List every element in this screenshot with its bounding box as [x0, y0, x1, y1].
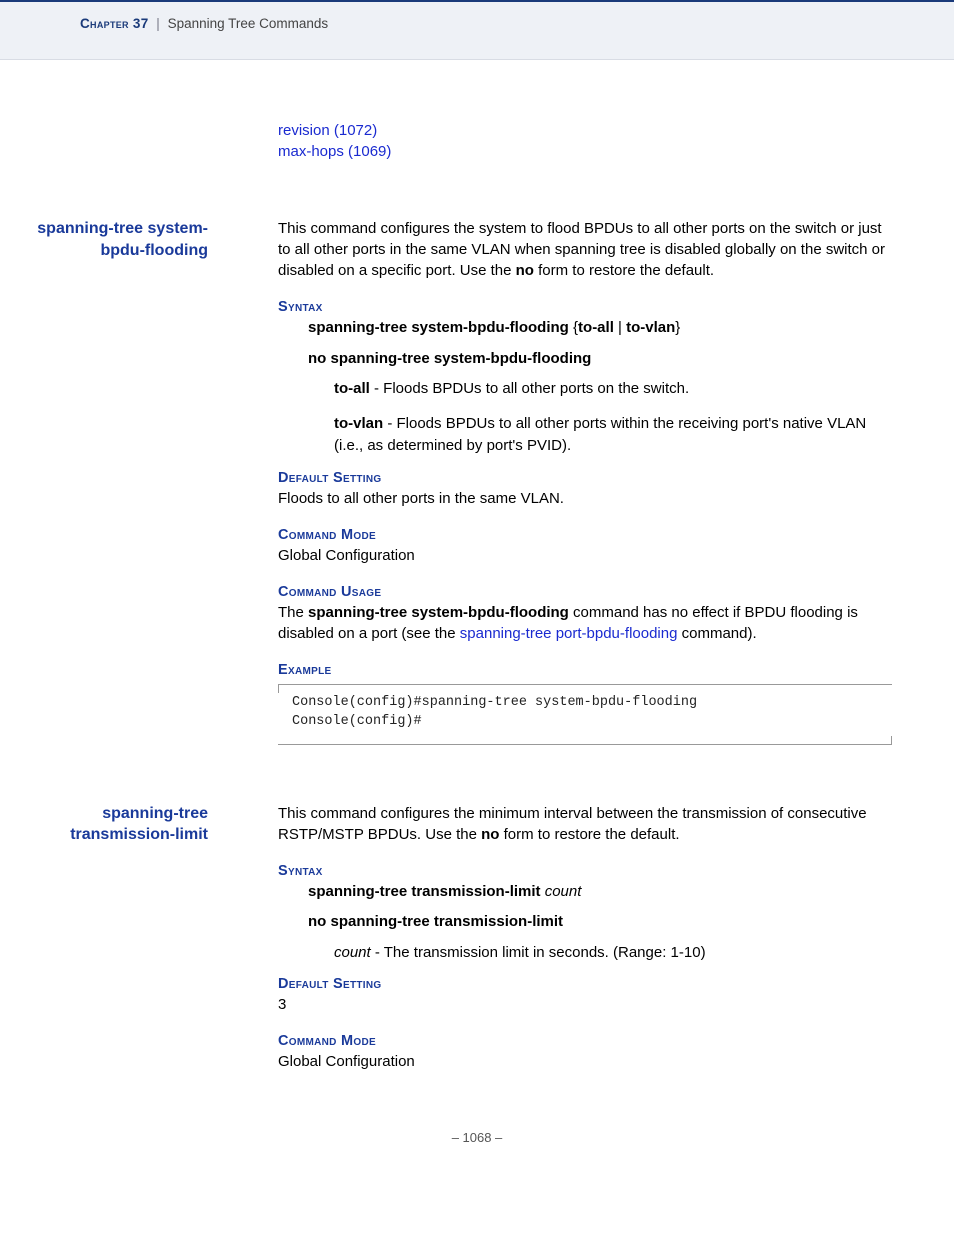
- syntax-line-no: no spanning-tree system-bpdu-flooding: [308, 348, 892, 371]
- running-header: Chapter 37 | Spanning Tree Commands: [80, 16, 954, 31]
- example-code: Console(config)#spanning-tree system-bpd…: [278, 684, 892, 745]
- command-section-system-bpdu-flooding: spanning-tree system-bpdu-flooding This …: [278, 218, 892, 745]
- default-text: Floods to all other ports in the same VL…: [278, 488, 892, 509]
- command-title: spanning-tree transmission-limit: [8, 803, 208, 846]
- page-number: – 1068 –: [452, 1130, 503, 1145]
- default-text: 3: [278, 994, 892, 1015]
- syntax-heading: Syntax: [278, 299, 892, 315]
- usage-text: The spanning-tree system-bpdu-flooding c…: [278, 602, 892, 644]
- command-section-transmission-limit: spanning-tree transmission-limit This co…: [278, 803, 892, 1073]
- syntax-heading: Syntax: [278, 863, 892, 879]
- page-content: revision (1072) max-hops (1069) spanning…: [278, 120, 892, 1072]
- option-count: count - The transmission limit in second…: [334, 942, 892, 965]
- link-revision[interactable]: revision (1072): [278, 122, 377, 139]
- syntax-line-no: no spanning-tree transmission-limit: [308, 911, 892, 934]
- option-to-all: to-all - Floods BPDUs to all other ports…: [334, 378, 892, 401]
- chapter-label: Chapter 37: [80, 16, 149, 31]
- default-heading: Default Setting: [278, 470, 892, 486]
- related-links: revision (1072) max-hops (1069): [278, 120, 892, 162]
- command-title: spanning-tree system-bpdu-flooding: [8, 218, 208, 261]
- page-footer: – 1068 –: [0, 1130, 954, 1145]
- syntax-line: spanning-tree system-bpdu-flooding {to-a…: [308, 317, 892, 340]
- command-description: This command configures the minimum inte…: [278, 803, 892, 845]
- command-description: This command configures the system to fl…: [278, 218, 892, 281]
- mode-text: Global Configuration: [278, 1051, 892, 1072]
- header-separator: |: [156, 16, 160, 31]
- option-to-vlan: to-vlan - Floods BPDUs to all other port…: [334, 413, 892, 458]
- default-heading: Default Setting: [278, 976, 892, 992]
- link-port-bpdu-flooding[interactable]: spanning-tree port-bpdu-flooding: [460, 625, 678, 642]
- example-heading: Example: [278, 662, 892, 678]
- mode-text: Global Configuration: [278, 545, 892, 566]
- mode-heading: Command Mode: [278, 1033, 892, 1049]
- link-max-hops[interactable]: max-hops (1069): [278, 143, 391, 160]
- mode-heading: Command Mode: [278, 527, 892, 543]
- usage-heading: Command Usage: [278, 584, 892, 600]
- header-topic: Spanning Tree Commands: [168, 16, 329, 31]
- page-header-band: Chapter 37 | Spanning Tree Commands: [0, 0, 954, 60]
- syntax-line: spanning-tree transmission-limit count: [308, 881, 892, 904]
